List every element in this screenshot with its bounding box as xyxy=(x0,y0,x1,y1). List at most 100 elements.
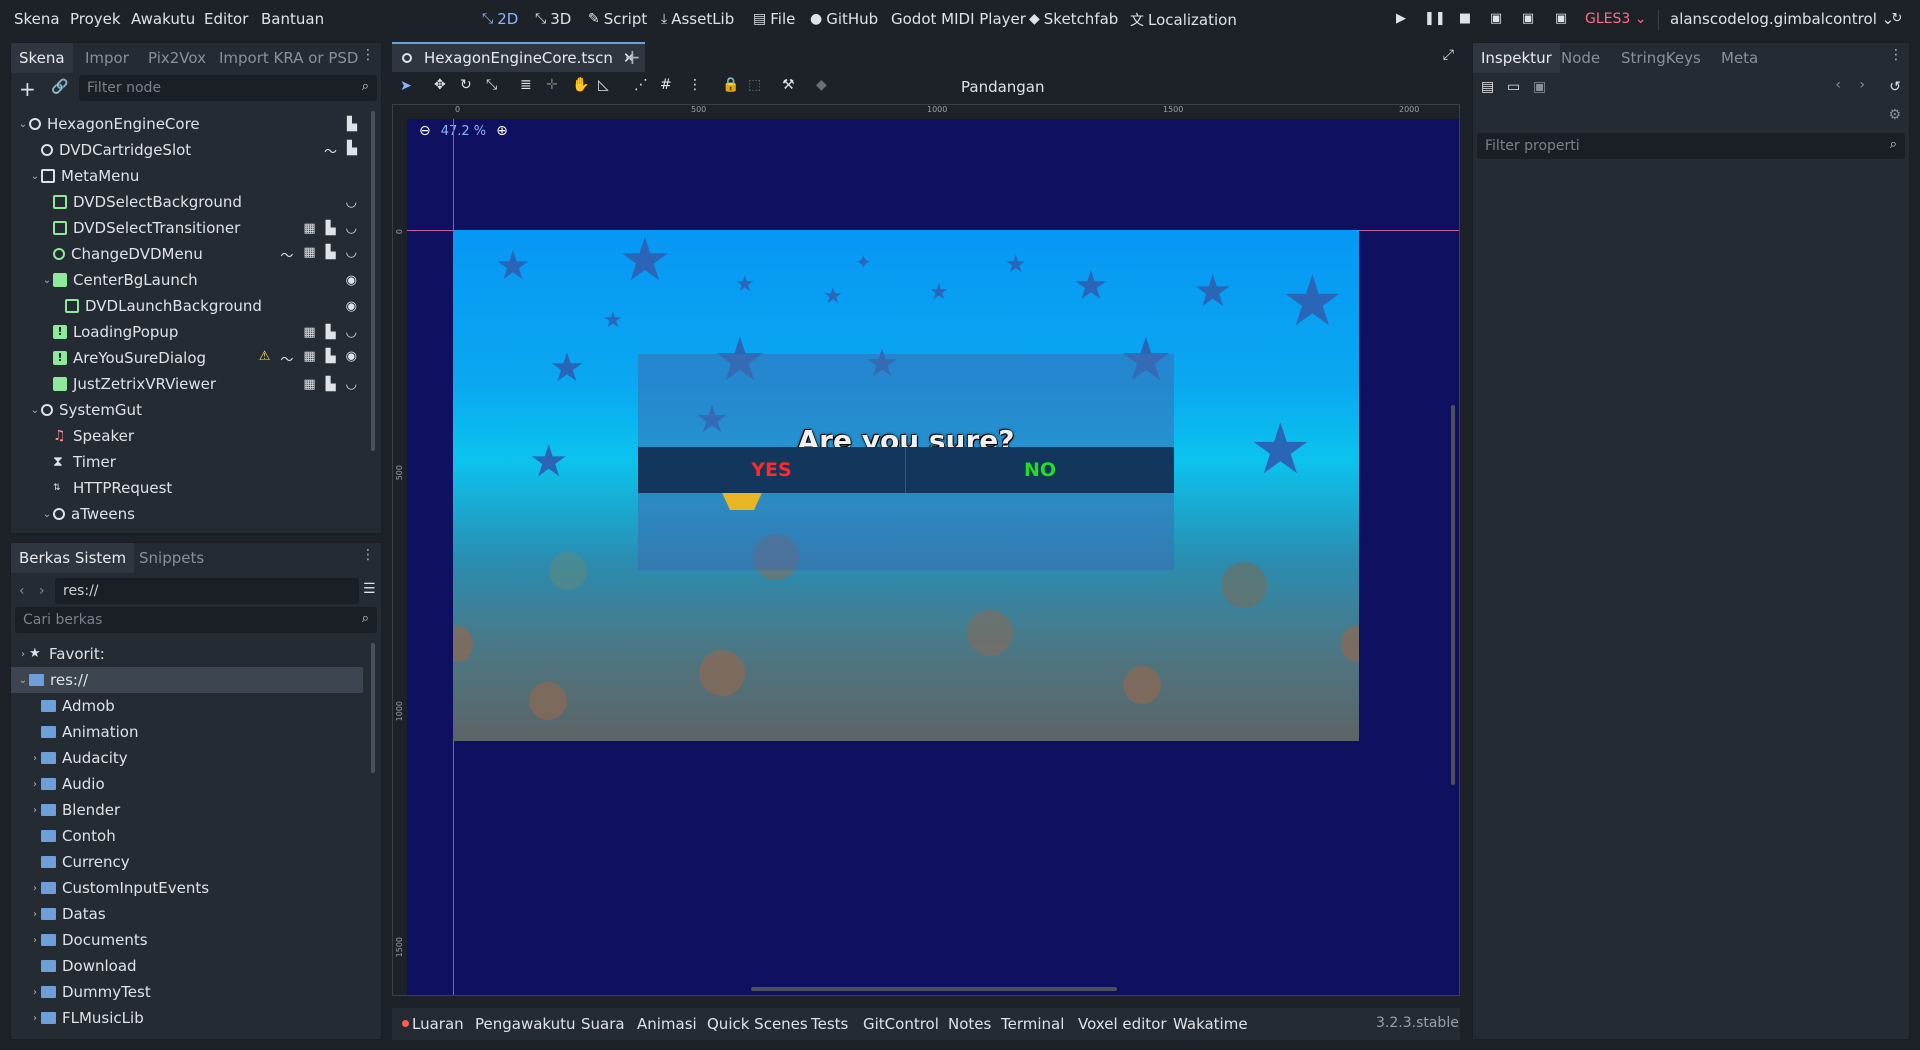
chevron-down-icon[interactable]: ⌄ xyxy=(29,171,41,182)
rotate-mode-icon[interactable]: ↻ xyxy=(460,77,472,93)
history-back-icon[interactable]: ‹ xyxy=(1835,77,1841,93)
chevron-down-icon[interactable]: ⌄ xyxy=(17,675,29,686)
file-search-field[interactable]: ⌕ xyxy=(15,607,377,633)
bottom-tab-notes[interactable]: Notes xyxy=(948,1015,991,1033)
lock-icon[interactable]: 🔒 xyxy=(722,77,739,93)
bottom-tab-suara[interactable]: Suara xyxy=(581,1015,625,1033)
more-options-icon[interactable]: ⋮ xyxy=(688,77,702,93)
new-resource-icon[interactable]: ▤ xyxy=(1481,79,1494,95)
horizontal-scrollbar[interactable] xyxy=(751,987,1117,991)
zoom-in-icon[interactable]: ⊕ xyxy=(496,123,508,139)
workspace-script-button[interactable]: ✎ Script xyxy=(588,10,647,28)
bottom-tab-tests[interactable]: Tests xyxy=(811,1015,848,1033)
scrollbar[interactable] xyxy=(371,643,375,773)
bottom-tab-voxel-editor[interactable]: Voxel editor xyxy=(1078,1015,1167,1033)
movie-icon[interactable]: ▣ xyxy=(1552,11,1570,29)
snap-icon[interactable]: ⋰ xyxy=(634,77,648,93)
visibility-icon[interactable]: ◡ xyxy=(346,325,357,340)
tree-node-metamenu[interactable]: ⌄ MetaMenu xyxy=(11,163,373,189)
file-item-folder[interactable]: Currency xyxy=(11,849,373,875)
project-select[interactable]: alanscodelog.gimbalcontrol ⌄ xyxy=(1670,10,1894,28)
object-properties-icon[interactable]: ⚙ xyxy=(1888,107,1901,123)
tab-meta[interactable]: Meta xyxy=(1713,43,1766,73)
property-filter-field[interactable]: ⌕ xyxy=(1477,133,1905,159)
tree-node-atweens[interactable]: ⌄ aTweens xyxy=(11,501,373,527)
tree-node-changedvdmenu[interactable]: ChangeDVDMenu 〜 ▦ ▙ ◡ xyxy=(11,241,373,267)
history-icon[interactable]: ↺ xyxy=(1889,79,1901,95)
tab-inspektur[interactable]: Inspektur xyxy=(1473,43,1560,73)
keyframe-icon[interactable]: ◆ xyxy=(816,77,827,93)
chevron-down-icon[interactable]: ⌄ xyxy=(29,405,41,416)
file-item-folder[interactable]: › Audacity xyxy=(11,745,373,771)
save-resource-icon[interactable]: ▣ xyxy=(1533,79,1546,95)
canvas-viewport[interactable]: 0 500 1000 1500 2000 0 500 1000 1500 ⊖ 4… xyxy=(392,104,1460,996)
tree-node-dvdselecttransitioner[interactable]: DVDSelectTransitioner ▦ ▙ ◡ xyxy=(11,215,373,241)
select-mode-icon[interactable]: ➤ xyxy=(400,78,412,94)
tree-node-systemgut[interactable]: ⌄ SystemGut xyxy=(11,397,373,423)
link-icon[interactable]: 🔗 xyxy=(51,79,68,95)
bottom-tab-wakatime[interactable]: Wakatime xyxy=(1173,1015,1248,1033)
signal-icon[interactable]: 〜 xyxy=(324,141,337,160)
visibility-icon[interactable]: ◡ xyxy=(346,221,357,236)
signal-icon[interactable]: 〜 xyxy=(280,245,293,264)
script-icon[interactable]: ▙ xyxy=(326,221,336,236)
chevron-down-icon[interactable]: ⌄ xyxy=(41,509,53,520)
script-icon[interactable]: ▙ xyxy=(326,349,336,368)
file-item-folder[interactable]: Contoh xyxy=(11,823,373,849)
group-icon[interactable]: ⬚ xyxy=(748,77,761,93)
history-forward-icon[interactable]: › xyxy=(1859,77,1865,93)
menu-bantuan[interactable]: Bantuan xyxy=(261,10,324,28)
scene-tab[interactable]: HexagonEngineCore.tscn ✕ xyxy=(392,42,646,72)
file-item-folder[interactable]: Animation xyxy=(11,719,373,745)
bottom-tab-gitcontrol[interactable]: GitControl xyxy=(863,1015,939,1033)
file-item-folder[interactable]: › Datas xyxy=(11,901,373,927)
open-resource-icon[interactable]: ▭ xyxy=(1507,79,1520,95)
workspace-assetlib-button[interactable]: ⤓ AssetLib xyxy=(661,10,734,28)
tab-import-kra[interactable]: Import KRA or PSD xyxy=(211,43,366,73)
path-field[interactable] xyxy=(55,578,359,604)
workspace-3d-button[interactable]: ⤡ 3D xyxy=(535,10,571,28)
script-icon[interactable]: ▙ xyxy=(326,325,336,340)
tree-node-timer[interactable]: ⧗ Timer xyxy=(11,449,373,475)
script-icon[interactable]: ▙ xyxy=(347,141,357,160)
list-select-icon[interactable]: ≣ xyxy=(520,77,532,93)
dock-menu-icon[interactable]: ⋮ xyxy=(361,547,375,563)
dock-menu-icon[interactable]: ⋮ xyxy=(1889,47,1903,63)
skeleton-icon[interactable]: ⚒ xyxy=(782,77,795,93)
workspace-github-button[interactable]: ● GitHub xyxy=(810,10,878,28)
tab-stringkeys[interactable]: StringKeys xyxy=(1613,43,1709,73)
workspace-localization-button[interactable]: 文 Localization xyxy=(1130,10,1237,30)
clapper-icon[interactable]: ▦ xyxy=(303,221,315,236)
tree-node-loadingpopup[interactable]: ! LoadingPopup ▦ ▙ ◡ xyxy=(11,319,373,345)
chevron-right-icon[interactable]: › xyxy=(29,883,41,894)
menu-proyek[interactable]: Proyek xyxy=(70,10,121,28)
warning-icon[interactable]: ⚠ xyxy=(259,349,271,368)
zoom-out-icon[interactable]: ⊖ xyxy=(419,123,431,139)
chevron-right-icon[interactable]: › xyxy=(17,649,29,660)
bottom-tab-pengawakutu[interactable]: Pengawakutu xyxy=(475,1015,576,1033)
pivot-icon[interactable]: ✛ xyxy=(546,77,558,93)
distraction-free-icon[interactable]: ⤢ xyxy=(1443,47,1454,63)
tree-node-justzetrixvrviewer[interactable]: JustZetrixVRViewer ▦ ▙ ◡ xyxy=(11,371,373,397)
tab-impor[interactable]: Impor xyxy=(77,43,137,73)
menu-editor[interactable]: Editor xyxy=(204,10,248,28)
node-filter-field[interactable]: ⌕ xyxy=(79,75,377,101)
file-item-folder[interactable]: › Documents xyxy=(11,927,373,953)
eye-icon[interactable]: ◉ xyxy=(346,299,357,314)
visibility-icon[interactable]: ◡ xyxy=(346,377,357,392)
tree-node-httprequest[interactable]: ⇅ HTTPRequest xyxy=(11,475,373,501)
chevron-right-icon[interactable]: › xyxy=(29,753,41,764)
bottom-tab-terminal[interactable]: Terminal xyxy=(1001,1015,1064,1033)
play-scene-icon[interactable]: ▣ xyxy=(1487,11,1505,29)
pause-icon[interactable]: ❚❚ xyxy=(1424,11,1446,29)
node-filter-input[interactable] xyxy=(87,75,351,101)
vertical-scrollbar[interactable] xyxy=(1451,405,1455,785)
script-icon[interactable]: ▙ xyxy=(326,377,336,392)
menu-awakutu[interactable]: Awakutu xyxy=(131,10,195,28)
file-item-favorites[interactable]: › ★ Favorit: xyxy=(11,641,373,667)
file-item-res-root[interactable]: ⌄ res:// xyxy=(11,667,363,693)
tab-node[interactable]: Node xyxy=(1553,43,1608,73)
grid-snap-icon[interactable]: # xyxy=(660,77,672,93)
view-menu[interactable]: Pandangan xyxy=(961,78,1045,96)
workspace-file-button[interactable]: ▤ File xyxy=(753,10,795,28)
